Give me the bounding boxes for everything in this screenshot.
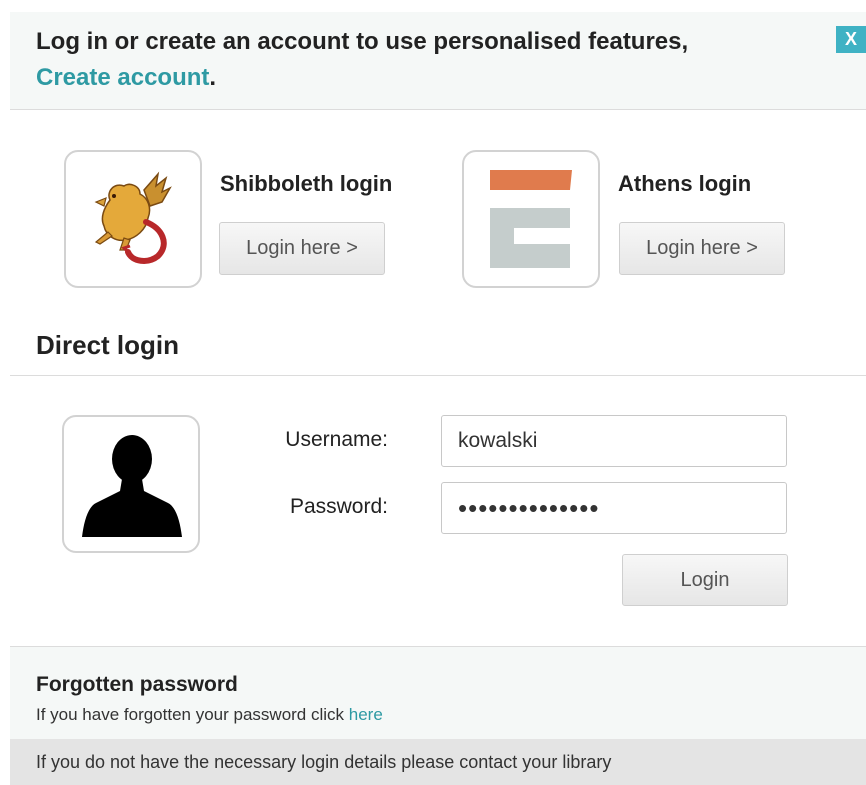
forgotten-password-title: Forgotten password	[36, 673, 238, 696]
athens-login-button[interactable]: Login here >	[619, 222, 785, 275]
athens-logo-box[interactable]	[462, 150, 600, 288]
forgot-password-here-link[interactable]: here	[349, 705, 383, 724]
user-avatar-box	[62, 415, 200, 553]
password-input[interactable]: ••••••••••••••	[441, 482, 787, 534]
forgotten-password-section: Forgotten password If you have forgotten…	[10, 646, 866, 739]
direct-login-title: Direct login	[36, 330, 180, 360]
login-header: Log in or create an account to use perso…	[10, 12, 866, 110]
athens-logo-icon	[490, 170, 572, 268]
username-input[interactable]	[441, 415, 787, 467]
footer-text: If you do not have the necessary login d…	[36, 752, 612, 772]
forgot-text-prefix: If you have forgotten your password clic…	[36, 705, 349, 724]
password-label: Password:	[289, 495, 388, 518]
header-create-line: Create account.	[36, 64, 216, 92]
user-silhouette-icon	[82, 435, 182, 537]
login-button[interactable]: Login	[622, 554, 788, 606]
create-account-link[interactable]: Create account	[36, 64, 209, 91]
athens-title: Athens login	[618, 171, 752, 196]
header-text: Log in or create an account to use perso…	[36, 28, 689, 55]
shibboleth-title: Shibboleth login	[220, 171, 393, 196]
header-period: .	[209, 64, 217, 91]
section-divider	[10, 375, 866, 376]
griffin-logo-icon	[94, 171, 172, 264]
shibboleth-login-button[interactable]: Login here >	[219, 222, 385, 275]
forgotten-password-text: If you have forgotten your password clic…	[36, 705, 383, 725]
shibboleth-logo-box[interactable]	[64, 150, 202, 288]
footer-info: If you do not have the necessary login d…	[10, 739, 866, 785]
username-label: Username:	[285, 428, 388, 451]
close-button[interactable]: X	[836, 26, 866, 53]
